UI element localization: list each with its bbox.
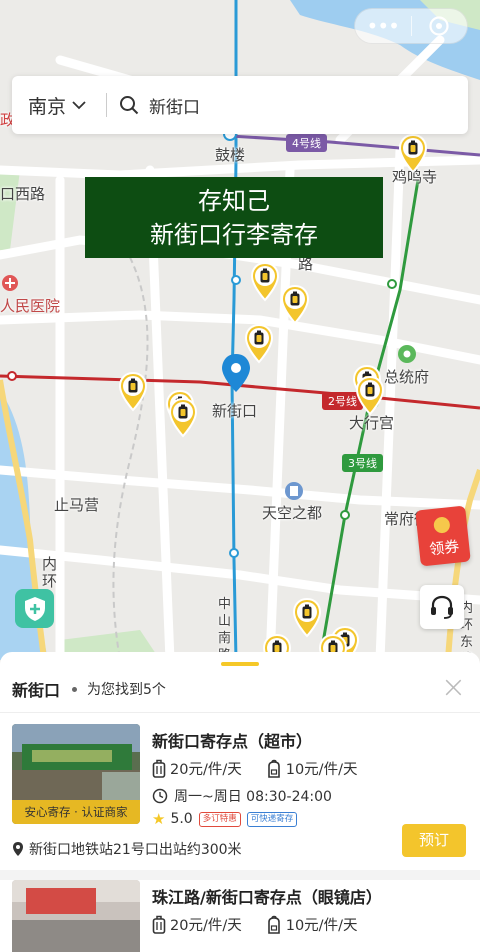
metro-line4-badge: 4号线 [286,134,327,152]
luggage-pin-icon [398,133,428,174]
luggage-pin-icon [168,397,198,438]
map-label-xinjiekou: 新街口 [212,402,258,420]
city-selector[interactable]: 南京 [12,92,106,119]
map-label-neihuan: 内环 [42,555,58,590]
storage-pin[interactable] [292,597,322,638]
store-name[interactable]: 珠江路/新街口寄存点（眼镜店） [152,884,382,908]
business-hours: 周一~周日 08:30-24:00 [152,786,332,806]
map-label-tiankong: 天空之都 [262,504,323,522]
storage-pin[interactable] [250,261,280,302]
search-divider [106,93,107,117]
customer-service-button[interactable] [420,585,464,629]
location-text: 新街口地铁站21号口出站约300米 [29,842,242,858]
shield-plus-icon [24,596,45,621]
storage-pin[interactable] [398,133,428,174]
luggage-pin-icon [118,371,148,412]
rating-value: 5.0 [170,811,193,827]
price-row: 20元/件/天 10元/件/天 [152,758,381,779]
hours-text: 周一~周日 08:30-24:00 [174,789,332,805]
luggage-pin-icon [280,284,310,325]
sheet-header: 新街口 为您找到5个 × [12,673,468,704]
metro-line3-badge: 3号线 [342,454,383,472]
luggage-icon [152,759,166,778]
search-input[interactable] [149,95,449,115]
search-bar: 南京 [12,76,468,134]
location-row: 新街口地铁站21号口出站约300米 [12,839,242,859]
chevron-down-icon [72,101,86,110]
location-pin-icon [13,842,23,856]
store-thumbnail: 安心寄存 · 认证商家 [12,724,140,824]
search-field[interactable] [119,95,449,115]
thumb-tag: 安心寄存 · 认证商家 [12,800,140,824]
discount-badge: 多订特惠 [198,811,241,827]
star-icon: ★ [152,810,166,828]
store-name[interactable]: 新街口寄存点（超市） [152,728,312,752]
card-separator [0,870,480,880]
luggage-pin-icon [250,261,280,302]
coin-icon [433,516,451,534]
map-view[interactable]: 鼓楼 鸡鸣寺 口西路 政 人民医院 路 总统府 新街口 大行宫 止马营 天空之都… [0,0,480,660]
store-card[interactable]: 安心寄存 · 认证商家 新街口寄存点（超市） 20元/件/天 10元/件/天 周… [0,724,480,874]
backpack-icon [267,915,280,934]
search-icon [120,96,139,115]
divider [0,712,480,713]
storage-pin[interactable] [168,397,198,438]
banner-line2: 新街口行李寄存 [150,220,318,249]
luggage-icon [152,915,166,934]
map-label-xilu: 口西路 [0,185,46,203]
price-small: 10元/件/天 [285,762,358,778]
map-label-gulou: 鼓楼 [215,146,246,164]
close-icon[interactable]: × [441,673,466,703]
map-label-zongtongfu: 总统府 [384,368,430,386]
sheet-drag-handle[interactable] [221,662,259,666]
price-large: 20元/件/天 [170,918,242,934]
express-badge: 可快递寄存 [246,811,298,827]
promo-banner: 存知己 新街口行李寄存 [85,177,383,258]
storage-pin[interactable] [244,323,274,364]
luggage-pin-icon [355,375,385,416]
miniapp-close-icon[interactable] [411,15,467,37]
coupon-button[interactable]: 领券 [415,505,471,567]
storage-pin[interactable] [280,284,310,325]
headset-icon [431,595,453,619]
luggage-pin-icon [244,323,274,364]
rating-row: ★ 5.0 多订特惠 可快递寄存 [152,810,298,828]
city-label: 南京 [28,95,67,118]
store-card[interactable]: 珠江路/新街口寄存点（眼镜店） 20元/件/天 10元/件/天 [0,880,480,952]
price-row: 20元/件/天 10元/件/天 [152,914,381,935]
store-thumbnail [12,880,140,952]
coupon-label: 领券 [428,537,461,559]
clock-icon [152,788,168,804]
map-label-zhimaying: 止马营 [54,496,100,514]
storage-pin[interactable] [118,371,148,412]
backpack-icon [267,759,280,778]
price-large: 20元/件/天 [170,762,242,778]
map-label-hospital: 人民医院 [0,297,61,315]
sheet-dot [72,686,78,692]
more-dots-icon[interactable]: ••• [355,16,411,36]
book-button[interactable]: 预订 [402,824,466,857]
price-small: 10元/件/天 [285,918,358,934]
safety-button[interactable] [15,589,54,628]
storage-pin[interactable] [355,375,385,416]
result-count: 为您找到5个 [87,682,166,698]
results-sheet: 新街口 为您找到5个 × 安心寄存 · 认证商家 新街口寄存点（超市） 20元/… [0,652,480,952]
luggage-pin-icon [292,597,322,638]
map-label-zhongshan: 中山南路 [218,597,232,660]
miniapp-capsule: ••• [354,8,468,44]
sheet-title: 新街口 [12,681,61,700]
banner-line1: 存知己 [198,186,270,215]
